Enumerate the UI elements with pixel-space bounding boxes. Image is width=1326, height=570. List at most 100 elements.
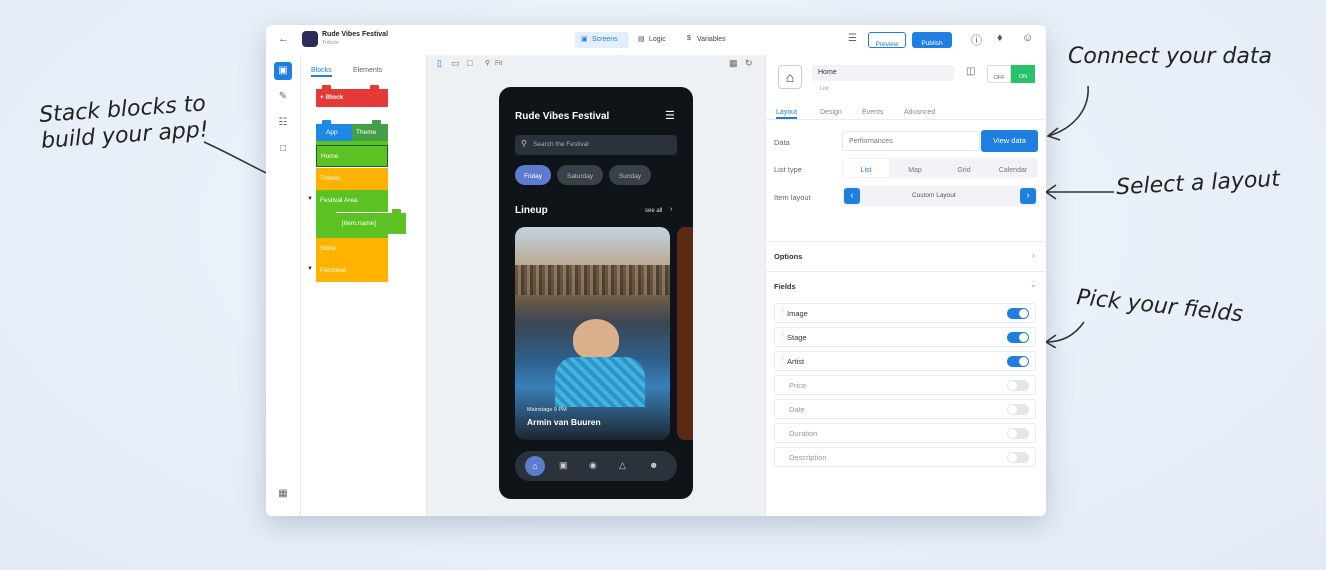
- day-chip-sunday[interactable]: Sunday: [609, 165, 651, 185]
- field-description-toggle[interactable]: [1007, 452, 1029, 463]
- arrow-connect-data-icon: [1046, 85, 1089, 141]
- fields-section-header[interactable]: Fields ⌄: [766, 272, 1046, 300]
- field-price-label: Price: [789, 381, 807, 390]
- item-layout-prev-button[interactable]: ‹: [844, 188, 860, 204]
- field-duration[interactable]: Duration: [774, 423, 1036, 443]
- trash-icon[interactable]: ◫: [966, 66, 975, 77]
- settings-rail-icon[interactable]: ▦: [274, 485, 292, 503]
- folder-rail-icon[interactable]: □: [274, 140, 292, 158]
- field-stage[interactable]: ⋮ Stage: [774, 327, 1036, 347]
- block-item-name[interactable]: [item.name]: [336, 209, 406, 234]
- drag-handle-icon[interactable]: ⋮: [779, 356, 786, 364]
- field-date[interactable]: Date: [774, 399, 1036, 419]
- list-type-grid-label: Grid: [957, 167, 971, 174]
- list-type-list[interactable]: List: [843, 159, 889, 177]
- block-personal[interactable]: Personal: [316, 260, 388, 282]
- tab-screens[interactable]: ▣ Screens: [575, 32, 629, 48]
- block-festival-area[interactable]: Festival Area: [316, 190, 388, 212]
- zoom-icon[interactable]: ⚲: [485, 59, 490, 67]
- block-home[interactable]: Home: [316, 145, 388, 167]
- list-type-calendar[interactable]: Calendar: [989, 159, 1037, 177]
- tab-logic[interactable]: ▤ Logic: [635, 32, 675, 48]
- add-block-button[interactable]: + Block: [316, 85, 388, 107]
- card-image-crowd: [515, 265, 670, 295]
- day-chip-sunday-label: Sunday: [618, 173, 642, 180]
- tab-variables[interactable]: $ Variables: [684, 32, 736, 48]
- brush-rail-icon[interactable]: ✎: [274, 88, 292, 106]
- back-arrow-icon[interactable]: ←: [278, 33, 289, 45]
- expand-personal-icon[interactable]: ▼: [307, 266, 313, 272]
- component-home-icon: ⌂: [778, 65, 802, 89]
- tab-elements[interactable]: Elements: [353, 59, 382, 75]
- block-item-name-label: [item.name]: [342, 220, 376, 227]
- tab-blocks[interactable]: Blocks: [311, 59, 332, 77]
- options-section[interactable]: Options ›: [766, 242, 1046, 270]
- nav-shirt-icon[interactable]: △: [619, 460, 626, 471]
- list-type-grid[interactable]: Grid: [940, 159, 988, 177]
- nav-map-pin-icon[interactable]: ◉: [589, 460, 597, 471]
- field-description[interactable]: Description: [774, 447, 1036, 467]
- profile-icon[interactable]: ☺: [1022, 32, 1033, 44]
- block-theme[interactable]: Theme: [352, 120, 388, 141]
- tab-advanced[interactable]: Advanced: [904, 101, 935, 117]
- desktop-view-icon[interactable]: □: [467, 58, 472, 68]
- field-image-toggle[interactable]: [1007, 308, 1029, 319]
- expand-festival-icon[interactable]: ▼: [307, 196, 313, 202]
- phone-view-icon[interactable]: ▯: [437, 58, 442, 69]
- preview-button[interactable]: Preview: [868, 32, 906, 48]
- annotation-connect-data: Connect your data: [1068, 44, 1272, 69]
- block-tickets[interactable]: Tickets: [316, 168, 388, 190]
- lineup-card[interactable]: Mainstage 9 PM Armin van Buuren: [515, 227, 670, 440]
- block-app[interactable]: App: [316, 120, 352, 141]
- blocks-rail-icon[interactable]: ▣: [274, 62, 292, 80]
- cart-icon[interactable]: ☰: [665, 109, 675, 122]
- data-source-field[interactable]: Performances: [842, 131, 980, 151]
- checklist-icon[interactable]: ☰: [848, 33, 857, 44]
- tab-logic-label: Logic: [649, 36, 666, 43]
- qr-code-icon[interactable]: ▦: [729, 58, 738, 69]
- tab-design[interactable]: Design: [820, 101, 842, 117]
- day-chip-friday[interactable]: Friday: [515, 165, 551, 185]
- tab-advanced-label: Advanced: [904, 109, 936, 116]
- blocks-panel: Blocks Elements + Block App Theme Home T…: [301, 55, 427, 516]
- card-image-dj: [573, 319, 619, 359]
- field-artist[interactable]: ⋮ Artist: [774, 351, 1036, 371]
- nav-ticket-icon[interactable]: ▣: [559, 460, 568, 471]
- field-image-label: Image: [787, 309, 808, 318]
- database-rail-icon[interactable]: ☷: [274, 114, 292, 132]
- help-icon[interactable]: ⓘ: [971, 32, 982, 48]
- component-name-field[interactable]: Home: [812, 65, 954, 81]
- drag-handle-icon[interactable]: ⋮: [779, 332, 786, 340]
- block-store[interactable]: Store: [316, 238, 388, 260]
- day-chip-saturday[interactable]: Saturday: [557, 165, 603, 185]
- field-stage-toggle[interactable]: [1007, 332, 1029, 343]
- field-price-toggle[interactable]: [1007, 380, 1029, 391]
- block-festival-area-body: [316, 212, 336, 234]
- field-artist-toggle[interactable]: [1007, 356, 1029, 367]
- see-all-link[interactable]: see all: [645, 208, 662, 214]
- tab-layout[interactable]: Layout: [776, 101, 798, 119]
- zoom-select[interactable]: Fit: [495, 60, 502, 67]
- publish-button[interactable]: Publish: [912, 32, 952, 48]
- view-data-button[interactable]: View data: [981, 130, 1038, 152]
- next-card-peek: [677, 227, 693, 440]
- nav-user-icon[interactable]: ☻: [649, 460, 658, 470]
- tab-elements-label: Elements: [353, 67, 383, 74]
- phone-search-input[interactable]: ⚲ Search the Festival: [515, 135, 677, 155]
- tablet-view-icon[interactable]: ▭: [451, 58, 460, 69]
- refresh-icon[interactable]: ↻: [745, 58, 753, 69]
- arrow-select-layout-icon: [1044, 184, 1114, 200]
- field-date-toggle[interactable]: [1007, 404, 1029, 415]
- list-type-map[interactable]: Map: [891, 159, 939, 177]
- notification-icon[interactable]: ♦: [997, 32, 1003, 44]
- tab-events[interactable]: Events: [862, 101, 883, 117]
- nav-home-icon[interactable]: ⌂: [525, 456, 545, 476]
- field-duration-toggle[interactable]: [1007, 428, 1029, 439]
- item-layout-next-button[interactable]: ›: [1020, 188, 1036, 204]
- field-price[interactable]: Price: [774, 375, 1036, 395]
- options-chevron-icon: ›: [1032, 250, 1035, 260]
- field-image[interactable]: ⋮ Image: [774, 303, 1036, 323]
- toggle-off-button[interactable]: OFF: [987, 65, 1011, 83]
- drag-handle-icon[interactable]: ⋮: [779, 308, 786, 316]
- toggle-on-button[interactable]: ON: [1011, 65, 1035, 83]
